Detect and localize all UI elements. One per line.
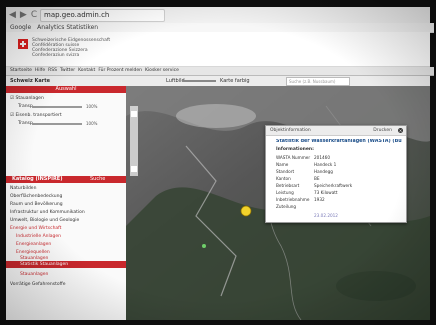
search-input[interactable]: Suche (z.B. Nussbaum) xyxy=(286,77,350,86)
info-key: Inbetriebnahme xyxy=(276,197,310,202)
browser-toolbar: ◀ ▶ C map.geo.admin.ch xyxy=(6,7,430,24)
opacity-value: 100% xyxy=(86,104,98,109)
swiss-cross-logo xyxy=(18,39,28,49)
layer-eisenbahn[interactable]: ☑ Eisenb. transportiert xyxy=(10,113,62,118)
layer-label: Eisenb. transportiert xyxy=(15,113,62,118)
info-key: Name xyxy=(276,162,289,167)
info-value: Handeck 1 xyxy=(314,162,337,167)
info-key: Zuteilung xyxy=(276,204,297,209)
back-icon[interactable]: ◀ xyxy=(9,9,16,21)
info-value: BE xyxy=(314,176,320,181)
print-link[interactable]: Drucken xyxy=(373,126,392,135)
tab-kontakt[interactable]: Kontakt xyxy=(78,67,95,75)
bookmark-analytics[interactable]: Analytics Statistiken xyxy=(37,23,98,32)
site-nav-tabs: Startseite Hilfe RSS Twitter Kontakt Für… xyxy=(6,67,434,76)
category-item[interactable]: Raum und Bevölkerung xyxy=(10,202,63,207)
info-key: Kanton xyxy=(276,176,291,181)
info-value: 73 Kilowatt xyxy=(314,190,338,195)
confed-line: Confederaziun svizra xyxy=(32,53,80,58)
site-header: Schweizerische Eidgenossenschaft Confédé… xyxy=(6,32,430,67)
screenshot-frame: ◀ ▶ C map.geo.admin.ch Google Analytics … xyxy=(0,0,436,325)
tab-hilfe[interactable]: Hilfe xyxy=(35,67,45,75)
category-subitem[interactable]: Stauanlagen xyxy=(20,272,48,277)
info-value: 1932 xyxy=(314,197,325,202)
tab-twitter[interactable]: Twitter xyxy=(60,67,75,75)
auswahl-header[interactable]: Auswahl xyxy=(6,86,126,93)
tab-suche[interactable]: Suche xyxy=(90,176,105,183)
map-title: Schweiz Karte xyxy=(10,78,50,84)
category-item[interactable]: Naturbilden xyxy=(10,186,36,191)
tab-startseite[interactable]: Startseite xyxy=(10,67,32,75)
info-value: Speicherkraftwerk xyxy=(314,183,353,188)
category-subitem[interactable]: Energieanlagen xyxy=(16,242,51,247)
category-item[interactable]: Infrastruktur und Kommunikation xyxy=(10,210,85,215)
popup-title: Statistik der Wasserkraftanlagen (WASTA)… xyxy=(276,139,402,144)
popup-header-title: Objektinformation xyxy=(270,128,311,133)
bookmark-google[interactable]: Google xyxy=(10,23,31,32)
reload-icon[interactable]: C xyxy=(31,9,37,21)
selected-layer-label: Statistik Stauanlagen xyxy=(20,262,69,267)
basemap-slider[interactable] xyxy=(182,80,216,82)
tab-melden[interactable]: Für Prozent melden xyxy=(98,67,142,75)
info-label: Informationen: xyxy=(276,147,314,152)
karte-farbig-label[interactable]: Karte farbig xyxy=(220,76,250,86)
tab-katalog[interactable]: Katalog (INSPIRE) xyxy=(12,176,63,183)
category-subitem[interactable]: Energiequellen xyxy=(16,250,50,255)
layer-transp-label: Transp xyxy=(18,121,33,126)
tab-service[interactable]: Kiosker service xyxy=(145,67,179,75)
popup-date: 23.02.2012 xyxy=(314,213,338,218)
opacity-value: 100% xyxy=(86,121,98,126)
info-key: Standort xyxy=(276,169,295,174)
opacity-slider[interactable] xyxy=(32,106,82,108)
address-bar[interactable]: map.geo.admin.ch xyxy=(40,9,165,22)
category-subitem[interactable]: Industrielle Anlagen xyxy=(16,234,61,239)
info-key: Leistung xyxy=(276,190,294,195)
browser-nav: ◀ ▶ C xyxy=(9,9,37,21)
category-item[interactable]: Energie und Wirtschaft xyxy=(10,226,61,231)
forward-icon[interactable]: ▶ xyxy=(20,9,27,21)
close-icon[interactable]: × xyxy=(398,128,403,133)
katalog-tabs: Katalog (INSPIRE) Suche xyxy=(6,176,126,183)
opacity-slider[interactable] xyxy=(32,123,82,125)
object-info-popup: Objektinformation Drucken × Statistik de… xyxy=(265,125,407,223)
popup-header: Objektinformation Drucken × xyxy=(266,126,406,136)
layer-transp-label: Transp xyxy=(18,104,33,109)
layer-label: Stauanlagen xyxy=(15,96,44,101)
info-key: Betriebsart xyxy=(276,183,300,188)
tab-rss[interactable]: RSS xyxy=(48,67,57,75)
layer-stauanlagen[interactable]: ☑ Stauanlagen xyxy=(10,96,44,101)
info-value: Handegg xyxy=(314,169,333,174)
left-panel: Auswahl ☑ Stauanlagen Transp 100% ☑ Eise… xyxy=(6,86,127,320)
info-value: 201460 xyxy=(314,155,330,160)
category-item[interactable]: Vorrätige Gefahrenstoffe xyxy=(10,282,65,287)
category-item[interactable]: Oberflächenbedeckung xyxy=(10,194,62,199)
category-item[interactable]: Umwelt, Biologie und Geologie xyxy=(10,218,79,223)
info-key: WASTA Nummer xyxy=(276,155,311,160)
